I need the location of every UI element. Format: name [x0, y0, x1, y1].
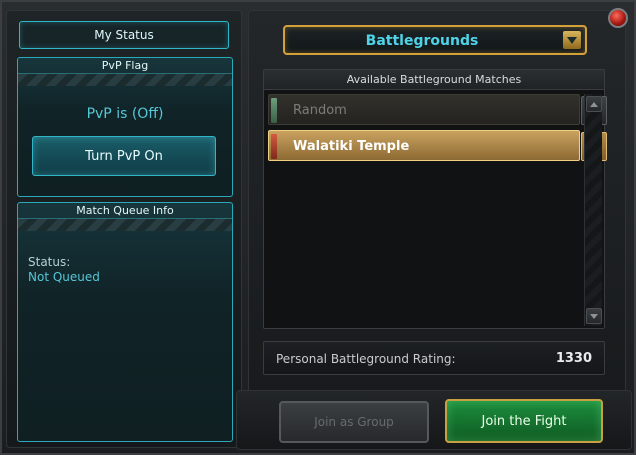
match-row-random[interactable]: Random ? [268, 94, 607, 125]
my-status-tab[interactable]: My Status [19, 21, 229, 49]
match-name: Walatiki Temple [293, 139, 410, 154]
pvp-flag-section: PvP Flag PvP is (Off) Turn PvP On [17, 57, 233, 197]
list-scrollbar[interactable] [584, 94, 602, 326]
action-bar: Join as Group Join the Fight [236, 390, 632, 450]
match-queue-section: Match Queue Info Status: Not Queued [17, 202, 233, 442]
header-stripe [18, 219, 232, 231]
pvp-flag-header: PvP Flag [18, 58, 232, 74]
rating-value: 1330 [555, 351, 592, 366]
dropdown-label: Battlegrounds [365, 33, 479, 49]
match-row-walatiki-temple[interactable]: Walatiki Temple ? [268, 130, 607, 161]
row-indicator [271, 98, 277, 123]
match-queue-header: Match Queue Info [18, 203, 232, 219]
rating-label: Personal Battleground Rating: [276, 352, 456, 366]
queue-status-value: Not Queued [28, 270, 100, 284]
close-icon[interactable] [608, 8, 628, 28]
pvp-status-text: PvP is (Off) [86, 106, 164, 122]
battleground-panel: Battlegrounds Available Battleground Mat… [248, 10, 626, 448]
battleground-type-dropdown[interactable]: Battlegrounds [283, 25, 587, 55]
status-panel: My Status PvP Flag PvP is (Off) Turn PvP… [6, 10, 242, 448]
match-name: Random [293, 103, 347, 118]
list-title: Available Battleground Matches [264, 70, 604, 90]
scroll-up-icon[interactable] [586, 96, 602, 112]
battleground-match-list: Available Battleground Matches Random ? … [263, 69, 607, 329]
chevron-down-icon[interactable] [563, 31, 581, 49]
scroll-down-icon[interactable] [586, 308, 602, 324]
battleground-rating: Personal Battleground Rating: 1330 [263, 341, 605, 375]
turn-pvp-on-button[interactable]: Turn PvP On [32, 136, 216, 176]
header-stripe [18, 74, 232, 86]
row-indicator [271, 134, 277, 159]
queue-status-label: Status: [28, 255, 71, 269]
join-as-group-button[interactable]: Join as Group [279, 401, 429, 443]
join-the-fight-button[interactable]: Join the Fight [445, 399, 603, 443]
